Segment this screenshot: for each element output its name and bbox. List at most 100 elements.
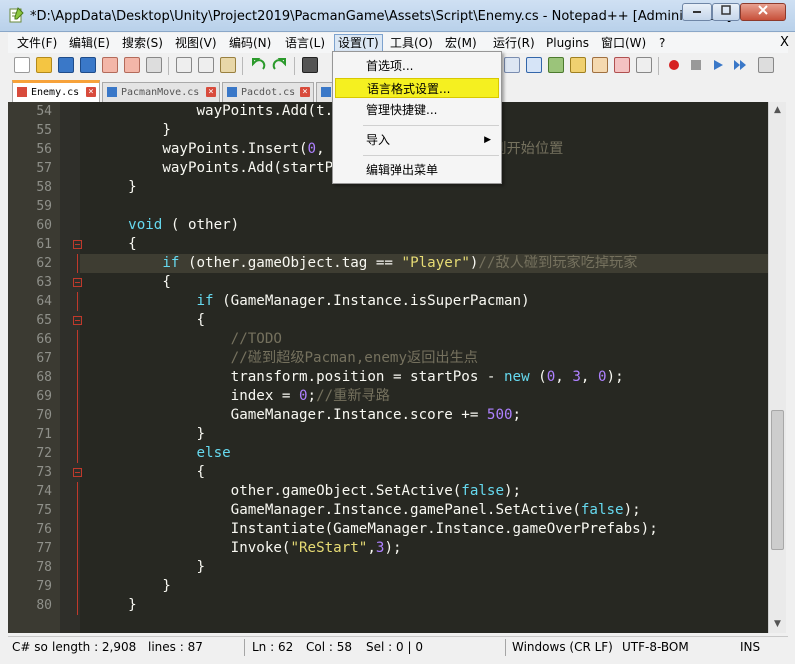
- menu-item-shortcut-mapper[interactable]: 管理快捷键...: [335, 100, 499, 120]
- save-macro-icon[interactable]: [758, 57, 774, 73]
- fold-line: [77, 539, 78, 558]
- menu-window[interactable]: 窗口(W): [598, 35, 649, 51]
- code-line[interactable]: 59: [36, 197, 768, 216]
- fold-toggle-icon[interactable]: [73, 468, 82, 477]
- code-line[interactable]: 61 {: [36, 235, 768, 254]
- scroll-down-icon[interactable]: ▼: [769, 616, 786, 633]
- menu-item-style-configurator[interactable]: 语言格式设置...: [335, 78, 499, 98]
- print-icon[interactable]: [146, 57, 162, 73]
- new-file-icon[interactable]: [14, 57, 30, 73]
- menu-language[interactable]: 语言(L): [282, 35, 328, 51]
- tab-enemy[interactable]: Enemy.cs ×: [12, 80, 100, 102]
- code-line[interactable]: 63 {: [36, 273, 768, 292]
- close-button[interactable]: [740, 3, 786, 21]
- maximize-button[interactable]: [712, 3, 740, 21]
- toolbar-separator: [168, 57, 169, 75]
- tab-pacmanmove[interactable]: PacmanMove.cs ×: [102, 82, 220, 102]
- fold-toggle-icon[interactable]: [73, 316, 82, 325]
- menu-help[interactable]: ?: [656, 35, 668, 51]
- tab-pacdot[interactable]: Pacdot.cs ×: [222, 82, 314, 102]
- code-text: else: [196, 445, 231, 461]
- vertical-scrollbar[interactable]: ▲ ▼: [768, 102, 786, 633]
- menu-plugins[interactable]: Plugins: [543, 35, 592, 51]
- status-line: Ln : 62: [252, 640, 294, 654]
- close-file-icon[interactable]: [102, 57, 118, 73]
- function-list-icon[interactable]: [592, 57, 608, 73]
- menu-edit[interactable]: 编辑(E): [66, 35, 113, 51]
- code-text: GameManager.Instance.gamePanel.SetActive…: [94, 502, 641, 518]
- code-line[interactable]: 62 if (other.gameObject.tag == "Player")…: [36, 254, 768, 273]
- stop-macro-icon[interactable]: [688, 57, 704, 73]
- code-line[interactable]: 74 other.gameObject.SetActive(false);: [36, 482, 768, 501]
- saved-file-icon: [227, 87, 237, 97]
- code-line[interactable]: 75 GameManager.Instance.gamePanel.SetAct…: [36, 501, 768, 520]
- tab-close-icon[interactable]: ×: [86, 87, 96, 97]
- tab-close-icon[interactable]: ×: [206, 87, 216, 97]
- menu-search[interactable]: 搜索(S): [119, 35, 166, 51]
- save-all-icon[interactable]: [80, 57, 96, 73]
- code-line[interactable]: 68 transform.position = startPos - new (…: [36, 368, 768, 387]
- code-text: }: [94, 578, 171, 594]
- cut-icon[interactable]: [176, 57, 192, 73]
- menu-item-edit-popup-menu[interactable]: 编辑弹出菜单: [335, 160, 499, 180]
- monitoring-icon[interactable]: [636, 57, 652, 73]
- code-line[interactable]: 78 }: [36, 558, 768, 577]
- fold-toggle-icon[interactable]: [73, 240, 82, 249]
- redo-icon[interactable]: [272, 57, 288, 73]
- settings-dropdown-menu: 首选项... 语言格式设置... 管理快捷键... 导入 ▶ 编辑弹出菜单: [332, 51, 502, 184]
- indent-guide-icon[interactable]: [526, 57, 542, 73]
- paste-icon[interactable]: [220, 57, 236, 73]
- code-line[interactable]: 79 }: [36, 577, 768, 596]
- code-line[interactable]: 64 if (GameManager.Instance.isSuperPacma…: [36, 292, 768, 311]
- menu-encoding[interactable]: 编码(N): [226, 35, 274, 51]
- code-line[interactable]: 77 Invoke("ReStart",3);: [36, 539, 768, 558]
- menu-macro[interactable]: 宏(M): [442, 35, 480, 51]
- tab-close-icon[interactable]: ×: [300, 87, 310, 97]
- document-map-icon[interactable]: [570, 57, 586, 73]
- status-insert-mode: INS: [740, 640, 761, 654]
- copy-icon[interactable]: [198, 57, 214, 73]
- code-line[interactable]: 60 void ( other): [36, 216, 768, 235]
- record-macro-icon[interactable]: [666, 57, 682, 73]
- code-line[interactable]: 71 }: [36, 425, 768, 444]
- menu-item-import[interactable]: 导入 ▶: [335, 130, 499, 150]
- minimize-button[interactable]: [682, 3, 712, 21]
- code-text: void ( other): [128, 217, 240, 233]
- code-line[interactable]: 73 {: [36, 463, 768, 482]
- code-line[interactable]: 70 GameManager.Instance.score += 500;: [36, 406, 768, 425]
- code-line[interactable]: 66 //TODO: [36, 330, 768, 349]
- menu-tools[interactable]: 工具(O): [387, 35, 436, 51]
- code-line[interactable]: 76 Instantiate(GameManager.Instance.game…: [36, 520, 768, 539]
- menu-run[interactable]: 运行(R): [490, 35, 538, 51]
- play-macro-icon[interactable]: [710, 57, 726, 73]
- code-line[interactable]: 80 }: [36, 596, 768, 615]
- find-icon[interactable]: [302, 57, 318, 73]
- close-document-button[interactable]: X: [780, 35, 789, 50]
- fold-line: [77, 558, 78, 577]
- line-number: 77: [36, 541, 52, 556]
- open-file-icon[interactable]: [36, 57, 52, 73]
- menu-settings[interactable]: 设置(T): [334, 34, 383, 52]
- code-line[interactable]: 65 {: [36, 311, 768, 330]
- code-line[interactable]: 69 index = 0;//重新寻路: [36, 387, 768, 406]
- menu-item-preferences[interactable]: 首选项...: [335, 56, 499, 76]
- define-language-icon[interactable]: [548, 57, 564, 73]
- save-icon[interactable]: [58, 57, 74, 73]
- folder-workspace-icon[interactable]: [614, 57, 630, 73]
- show-all-chars-icon[interactable]: [504, 57, 520, 73]
- menu-file[interactable]: 文件(F): [14, 35, 60, 51]
- menu-separator: [363, 125, 499, 126]
- menu-view[interactable]: 视图(V): [172, 35, 220, 51]
- scrollbar-thumb[interactable]: [771, 410, 784, 550]
- run-macro-multiple-icon[interactable]: [732, 57, 748, 73]
- undo-icon[interactable]: [250, 57, 266, 73]
- code-line[interactable]: 67 //碰到超级Pacman,enemy返回出生点: [36, 349, 768, 368]
- code-line[interactable]: 72 else: [36, 444, 768, 463]
- line-number: 70: [36, 408, 52, 423]
- close-all-icon[interactable]: [124, 57, 140, 73]
- code-text: wayPoints.Add(startPos);: [94, 160, 368, 176]
- scroll-up-icon[interactable]: ▲: [769, 102, 786, 119]
- status-selection: Sel : 0 | 0: [366, 640, 423, 654]
- fold-line: [77, 444, 78, 463]
- fold-toggle-icon[interactable]: [73, 278, 82, 287]
